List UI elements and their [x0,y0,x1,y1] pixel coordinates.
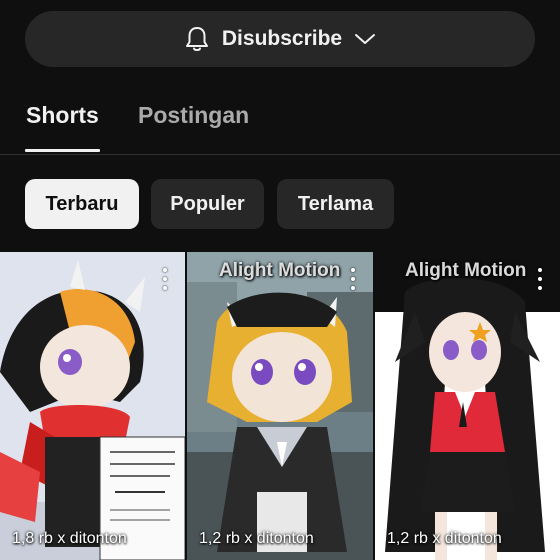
alight-motion-watermark: Alight Motion [219,260,341,281]
active-tab-indicator [25,149,100,152]
more-options-icon[interactable] [347,268,359,290]
view-count: 1,2 rb x ditonton [199,530,314,547]
short-1-image [0,252,185,560]
tab-shorts[interactable]: Shorts [26,102,99,129]
filter-chip-terbaru[interactable]: Terbaru [25,179,139,229]
bell-icon [184,25,210,53]
channel-tabs: Shorts Postingan [0,92,560,155]
short-thumbnail-1[interactable]: 1,8 rb x ditonton [0,252,185,560]
short-2-image [187,252,373,560]
tab-postingan[interactable]: Postingan [138,102,249,129]
chevron-down-icon [354,32,376,46]
filter-chip-terlama[interactable]: Terlama [277,179,394,229]
short-thumbnail-2[interactable]: Alight Motion 1,2 rb x ditonton [187,252,373,560]
more-options-icon[interactable] [159,268,171,290]
short-thumbnail-3[interactable]: Alight Motion 1,2 rb x ditonton [375,252,560,560]
view-count: 1,2 rb x ditonton [387,530,502,547]
more-options-icon[interactable] [534,268,546,290]
unsubscribe-label: Disubscribe [221,27,343,50]
short-3-image [375,252,560,560]
unsubscribe-button[interactable]: Disubscribe [25,11,535,67]
filter-chip-populer[interactable]: Populer [151,179,264,229]
view-count: 1,8 rb x ditonton [12,530,127,547]
alight-motion-watermark: Alight Motion [405,260,527,281]
